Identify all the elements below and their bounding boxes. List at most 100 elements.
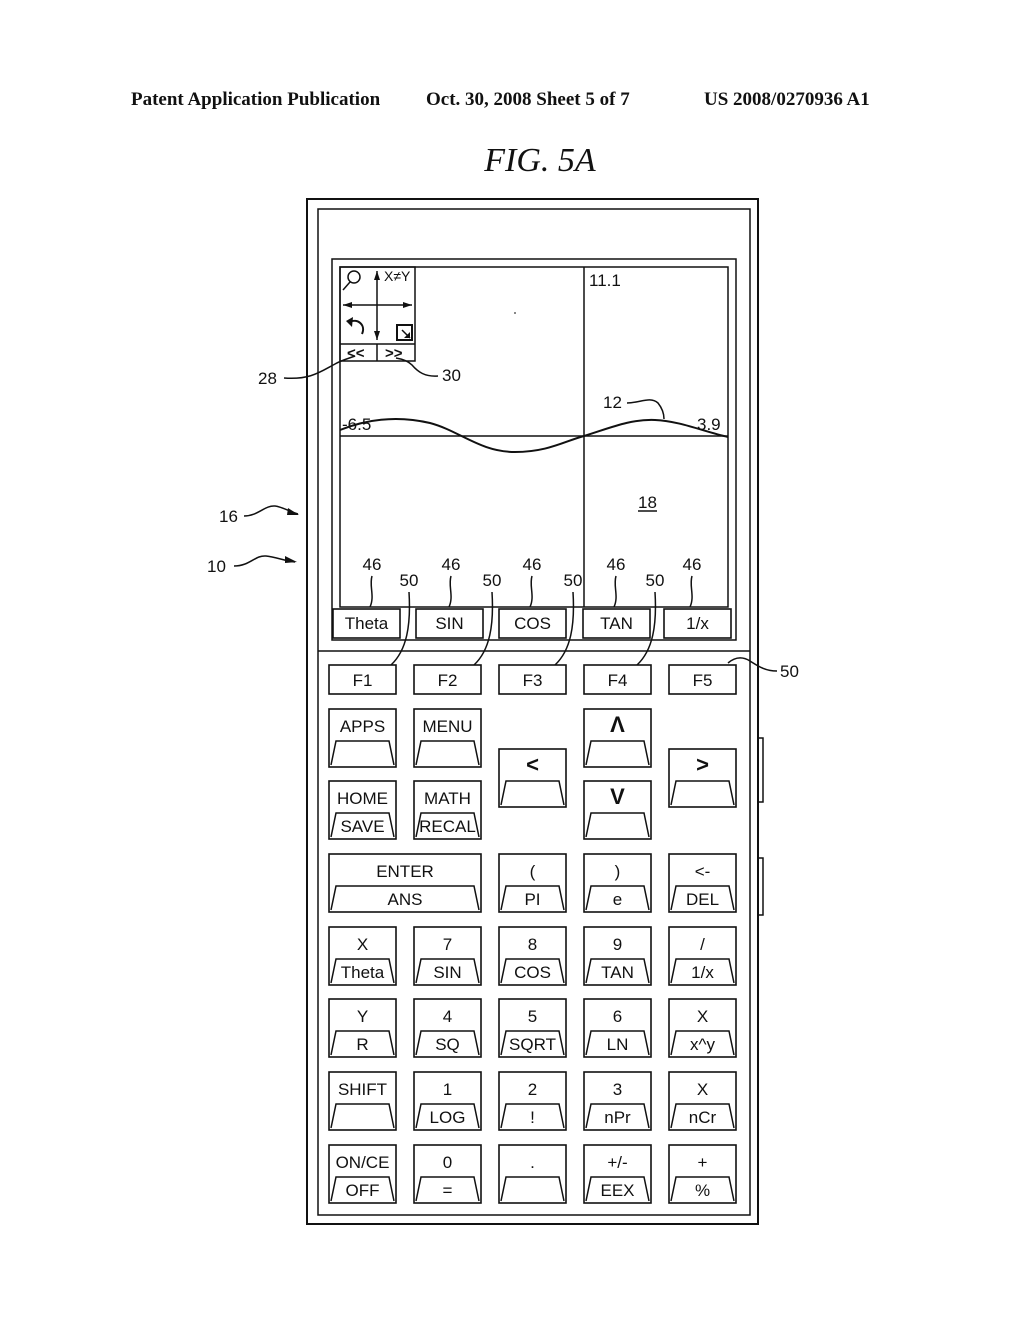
key-primary-label: 1 — [443, 1080, 452, 1099]
ref-device: 10 — [207, 557, 226, 576]
key-shift-label: OFF — [346, 1181, 380, 1200]
key-primary-label: X — [697, 1007, 708, 1026]
undo-icon[interactable] — [346, 317, 364, 335]
key-primary-label: X — [357, 935, 368, 954]
key-up[interactable]: Λ — [583, 708, 652, 768]
key-7-11[interactable]: 7 SIN — [413, 926, 482, 986]
key-apps[interactable]: APPS — [328, 708, 397, 768]
key-enter[interactable]: ENTER ANS — [328, 853, 482, 913]
swap-xy-label[interactable]: X≠Y — [384, 268, 411, 284]
key-shift-label: e — [613, 890, 622, 909]
key-shift-label: ! — [530, 1108, 535, 1127]
key-shift-30[interactable]: SHIFT — [328, 1071, 397, 1131]
function-key-f1[interactable]: F1 — [328, 664, 397, 695]
key--01[interactable]: )e — [583, 853, 652, 913]
function-key-label: F5 — [693, 671, 713, 690]
back-button[interactable]: << — [347, 345, 365, 362]
function-key-f4[interactable]: F4 — [583, 664, 652, 695]
ref-screen-area: 18 — [638, 493, 657, 512]
key--43[interactable]: +/- EEX — [583, 1144, 652, 1204]
key-menu[interactable]: MENU — [413, 708, 482, 768]
key-1-31[interactable]: 1 LOG — [413, 1071, 482, 1131]
key-primary-label: + — [698, 1153, 708, 1172]
resize-corner-icon[interactable] — [396, 324, 413, 341]
key--42[interactable]: . — [498, 1144, 567, 1204]
soft-key[interactable]: TAN — [582, 608, 651, 639]
key-shift-label: SIN — [433, 963, 461, 982]
key-primary-label: APPS — [340, 717, 385, 736]
function-key-f2[interactable]: F2 — [413, 664, 482, 695]
key-y-20[interactable]: YR — [328, 998, 397, 1058]
key-primary-label: < — [526, 752, 539, 777]
soft-key[interactable]: 1/x — [663, 608, 732, 639]
key-x-24[interactable]: Xx^y — [668, 998, 737, 1058]
key--14[interactable]: / 1/x — [668, 926, 737, 986]
key-left[interactable]: < — [498, 748, 567, 808]
function-key-f3[interactable]: F3 — [498, 664, 567, 695]
key-8-12[interactable]: 8 COS — [498, 926, 567, 986]
ref-forward-button: 30 — [442, 366, 461, 385]
key--00[interactable]: (PI — [498, 853, 567, 913]
key--44[interactable]: +% — [668, 1144, 737, 1204]
key-primary-label: > — [696, 752, 709, 777]
soft-key[interactable]: COS — [498, 608, 567, 639]
key-x-34[interactable]: XnCr — [668, 1071, 737, 1131]
ref-soft-label-leader — [529, 575, 533, 608]
key-shift-label: COS — [514, 963, 551, 982]
ref-soft-label-leader — [689, 575, 693, 608]
side-button-upper[interactable] — [757, 737, 764, 803]
key-primary-label: HOME — [337, 789, 388, 808]
key-shift-label: 1/x — [691, 963, 714, 982]
key-shift-label: R — [356, 1035, 368, 1054]
key-2-32[interactable]: 2! — [498, 1071, 567, 1131]
key-shift-label: RECAL — [419, 817, 476, 836]
key-primary-label: ON/CE — [336, 1153, 390, 1172]
key-shift-label: PI — [524, 890, 540, 909]
key-shift-label: TAN — [601, 963, 634, 982]
key-right[interactable]: > — [668, 748, 737, 808]
magnifier-icon[interactable] — [342, 270, 361, 291]
key-primary-label: +/- — [607, 1153, 627, 1172]
key-math[interactable]: MATH RECAL — [413, 780, 482, 840]
key-primary-label: . — [530, 1153, 535, 1172]
key-home[interactable]: HOME SAVE — [328, 780, 397, 840]
key-shift-label: Theta — [341, 963, 385, 982]
function-key-label: F3 — [523, 671, 543, 690]
key-primary-label: SHIFT — [338, 1080, 387, 1099]
key--02[interactable]: <- DEL — [668, 853, 737, 913]
soft-key[interactable]: Theta — [332, 608, 401, 639]
key-primary-label: 9 — [613, 935, 622, 954]
soft-key-label: COS — [514, 614, 551, 633]
key-shift-label: nCr — [689, 1108, 717, 1127]
key-x-10[interactable]: X Theta — [328, 926, 397, 986]
key-4-21[interactable]: 4 SQ — [413, 998, 482, 1058]
key-primary-label: 0 — [443, 1153, 452, 1172]
ref-function-key: 50 — [564, 571, 583, 590]
ref-back-button: 28 — [258, 369, 277, 388]
key-shift-label: SQRT — [509, 1035, 556, 1054]
key-primary-label: V — [610, 784, 625, 809]
key-primary-label: MENU — [422, 717, 472, 736]
calculator-drawing: 11.1 -6.5 3.9 18 12 X≠Y << >> 28 30 16 1… — [207, 198, 799, 1225]
soft-key[interactable]: SIN — [415, 608, 484, 639]
key-once-40[interactable]: ON/CE OFF — [328, 1144, 397, 1204]
key-9-13[interactable]: 9 TAN — [583, 926, 652, 986]
ref-soft-label: 46 — [363, 555, 382, 574]
key-6-23[interactable]: 6 LN — [583, 998, 652, 1058]
key-3-33[interactable]: 3 nPr — [583, 1071, 652, 1131]
key-primary-label: Y — [357, 1007, 368, 1026]
key-5-22[interactable]: 5 SQRT — [498, 998, 567, 1058]
key-primary-label: <- — [695, 862, 711, 881]
function-key-label: F4 — [608, 671, 628, 690]
key-primary-label: / — [700, 935, 705, 954]
function-key-f5[interactable]: F5 — [668, 664, 737, 695]
key-down[interactable]: V — [583, 780, 652, 840]
side-button-lower[interactable] — [757, 857, 764, 916]
ref-function-key-f5: 50 — [780, 662, 799, 681]
key-primary-label: 2 — [528, 1080, 537, 1099]
ref-soft-label-leader — [448, 575, 452, 608]
ref-soft-label: 46 — [442, 555, 461, 574]
key-0-41[interactable]: 0= — [413, 1144, 482, 1204]
ref-soft-label: 46 — [523, 555, 542, 574]
display-bezel — [331, 258, 737, 641]
